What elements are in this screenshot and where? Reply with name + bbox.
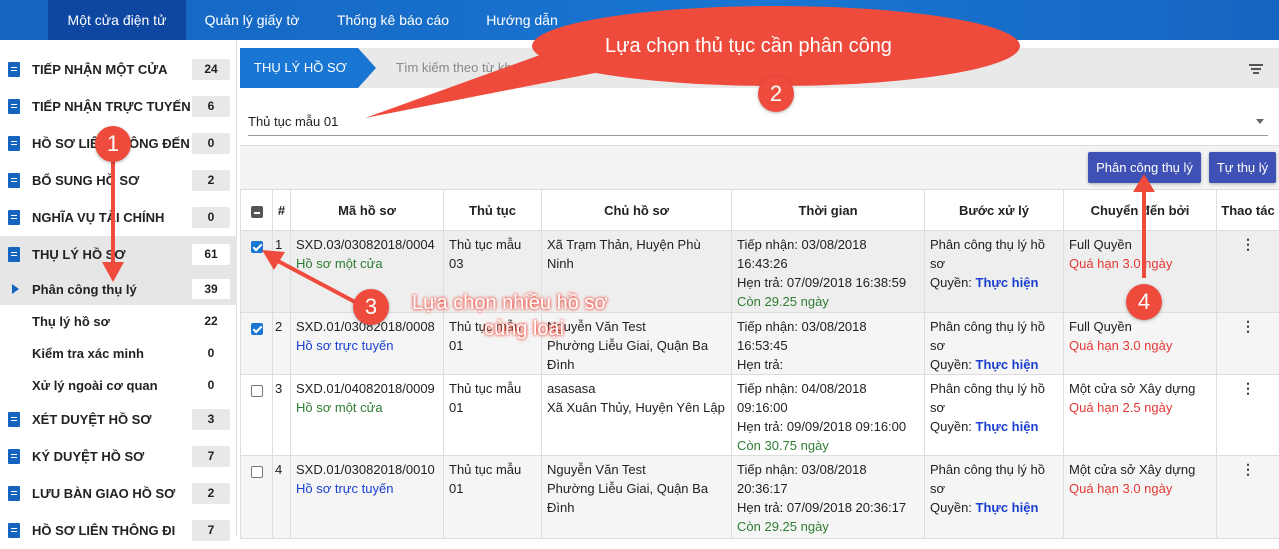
callout-pointer	[365, 55, 610, 118]
callout-text-3b: cùng loại	[484, 318, 564, 341]
callout-text-2: Lựa chọn thủ tục cần phân công	[605, 35, 892, 58]
step-badge-4: 4	[1126, 284, 1162, 320]
step-badge-3: 3	[353, 289, 389, 325]
arrow-head	[262, 250, 285, 270]
step-badge-2: 2	[758, 76, 794, 112]
step-badge-1: 1	[95, 126, 131, 162]
arrow-line	[276, 260, 355, 302]
arrow-head	[102, 262, 124, 282]
callout-text-3a: Lựa chọn nhiều hồ sơ	[412, 292, 608, 315]
arrow-head	[1133, 174, 1155, 192]
annotation-overlay	[0, 0, 1279, 536]
